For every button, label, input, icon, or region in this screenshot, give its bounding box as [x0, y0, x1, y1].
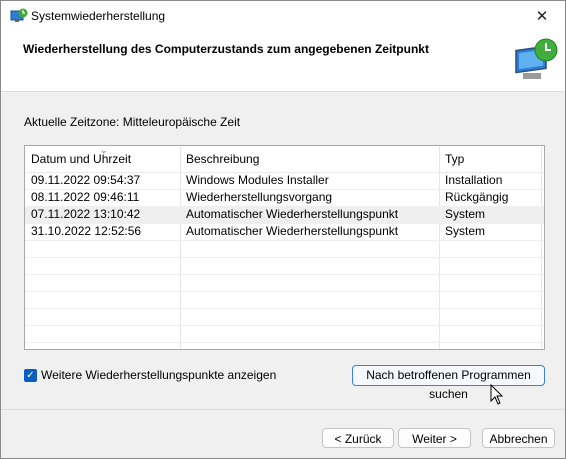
- show-more-label: Weitere Wiederherstellungspunkte anzeige…: [41, 368, 277, 382]
- back-button[interactable]: < Zurück: [322, 428, 394, 448]
- footer-divider: [1, 409, 565, 410]
- column-header-date[interactable]: Datum und Uhrzeit: [25, 146, 131, 172]
- cell-type: Rückgängig: [445, 190, 509, 204]
- cell-description: Automatischer Wiederherstellungspunkt: [186, 207, 399, 221]
- cell-description: Wiederherstellungsvorgang: [186, 190, 333, 204]
- empty-row: [25, 240, 544, 258]
- cell-type: System: [445, 207, 486, 221]
- timezone-label: Aktuelle Zeitzone: Mitteleuropäische Zei…: [24, 115, 241, 129]
- table-row[interactable]: 09.11.2022 09:54:37 Windows Modules Inst…: [25, 172, 544, 190]
- cancel-button[interactable]: Abbrechen: [482, 428, 555, 448]
- next-button[interactable]: Weiter >: [398, 428, 471, 448]
- empty-row: [25, 291, 544, 309]
- column-header-description[interactable]: Beschreibung: [180, 146, 259, 172]
- header-panel: Wiederherstellung des Computerzustands z…: [1, 31, 565, 92]
- column-header-type[interactable]: Typ: [439, 146, 464, 172]
- checkbox-checked-icon[interactable]: ✓: [24, 368, 37, 382]
- title-bar: Systemwiederherstellung ✕: [1, 1, 565, 31]
- show-more-restore-points[interactable]: ✓ Weitere Wiederherstellungspunkte anzei…: [24, 368, 276, 382]
- empty-row: [25, 257, 544, 275]
- mouse-pointer-icon: [490, 384, 504, 405]
- cell-date: 07.11.2022 13:10:42: [31, 207, 141, 221]
- restore-point-table[interactable]: ⌄ Datum und Uhrzeit Beschreibung Typ 09.…: [24, 145, 545, 350]
- cell-date: 31.10.2022 12:52:56: [31, 224, 142, 238]
- system-restore-dialog: Systemwiederherstellung ✕ Wiederherstell…: [0, 0, 566, 459]
- empty-row: [25, 274, 544, 292]
- cell-type: System: [445, 224, 486, 238]
- cell-description: Windows Modules Installer: [186, 173, 329, 187]
- system-restore-icon: [515, 38, 558, 79]
- system-restore-icon: [10, 8, 28, 22]
- close-icon[interactable]: ✕: [519, 1, 565, 31]
- page-title: Wiederherstellung des Computerzustands z…: [23, 42, 429, 56]
- scan-affected-programs-button[interactable]: Nach betroffenen Programmen suchen: [352, 365, 545, 401]
- table-header: ⌄ Datum und Uhrzeit Beschreibung Typ: [25, 146, 544, 173]
- window-title: Systemwiederherstellung: [31, 9, 166, 23]
- cell-type: Installation: [445, 173, 503, 187]
- empty-row: [25, 308, 544, 326]
- cell-date: 08.11.2022 09:46:11: [31, 190, 140, 204]
- table-row[interactable]: 31.10.2022 12:52:56 Automatischer Wieder…: [25, 223, 544, 241]
- empty-row: [25, 325, 544, 343]
- table-row[interactable]: 07.11.2022 13:10:42 Automatischer Wieder…: [25, 206, 544, 224]
- cell-date: 09.11.2022 09:54:37: [31, 173, 141, 187]
- table-row[interactable]: 08.11.2022 09:46:11 Wiederherstellungsvo…: [25, 189, 544, 207]
- cell-description: Automatischer Wiederherstellungspunkt: [186, 224, 399, 238]
